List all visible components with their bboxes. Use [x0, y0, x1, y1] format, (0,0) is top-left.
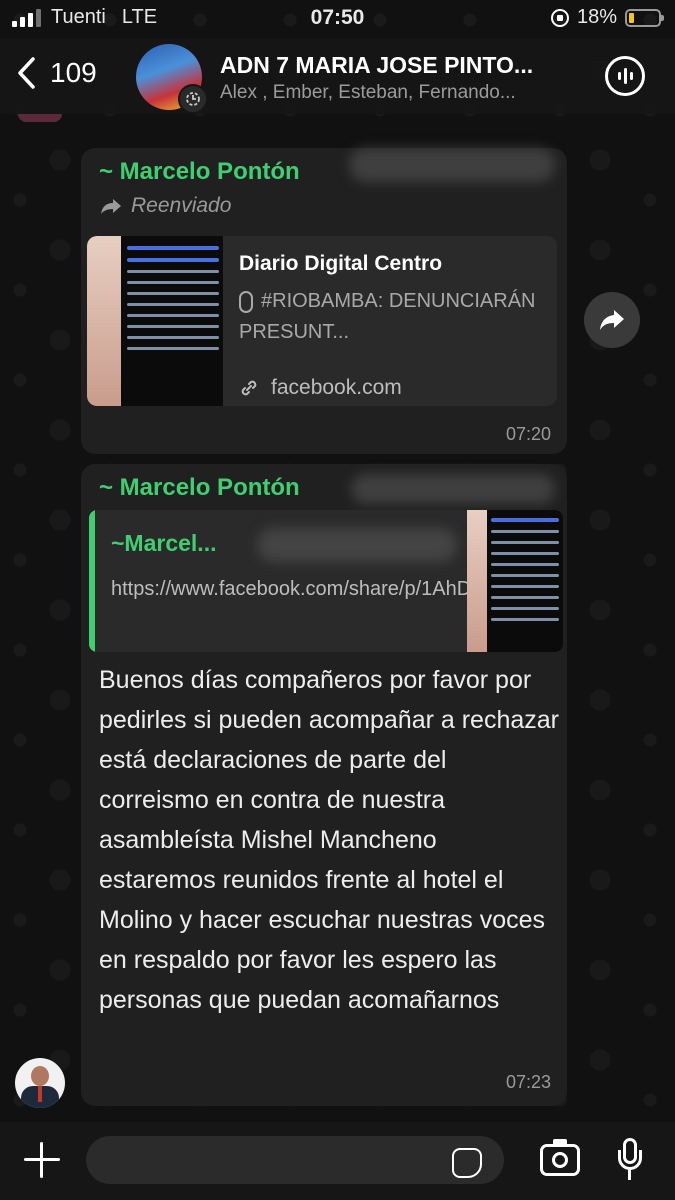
link-preview-domain: facebook.com: [239, 376, 402, 400]
sticker-icon[interactable]: [452, 1148, 482, 1178]
chat-header: 109 ADN 7 MARIA JOSE PINTO... Alex , Emb…: [0, 38, 675, 114]
message-time: 07:23: [505, 1072, 551, 1092]
link-preview-description: #RIOBAMBA: DENUNCIARÁN PRESUNT...: [239, 290, 536, 343]
forwarded-indicator: Reenviado: [99, 194, 231, 218]
microphone-icon[interactable]: [618, 1138, 642, 1182]
quoted-message[interactable]: ~Marcel... https://www.facebook.com/shar…: [89, 510, 563, 652]
forwarded-label: Reenviado: [131, 194, 232, 217]
message-text: Buenos días compañeros por favor por ped…: [99, 666, 559, 1014]
message-time: 07:20: [505, 424, 551, 444]
battery-icon: [625, 8, 664, 27]
rotation-lock-icon: [550, 8, 569, 27]
link-preview-card[interactable]: Diario Digital Centro #RIOBAMBA: DENUNCI…: [87, 236, 557, 406]
message-input-bar: [0, 1122, 675, 1200]
redacted-phone: [349, 148, 555, 182]
message-bubble[interactable]: ~ Marcelo Pontón ~Marcel... https://www.…: [81, 464, 567, 1106]
message-input[interactable]: [86, 1136, 504, 1184]
quoted-link: https://www.facebook.com/share/p/1AhD1Wa…: [111, 578, 551, 600]
link-preview-title: Diario Digital Centro: [239, 252, 443, 275]
forward-share-button[interactable]: [584, 292, 640, 348]
redacted-phone: [257, 528, 457, 562]
group-members[interactable]: Alex , Ember, Esteban, Fernando...: [220, 82, 570, 104]
unread-count: 109: [50, 57, 97, 88]
quoted-thumbnail: [467, 510, 563, 652]
voice-chat-button[interactable]: [605, 56, 645, 96]
sender-name[interactable]: ~ Marcelo Pontón: [99, 158, 300, 186]
sender-avatar[interactable]: [15, 1058, 65, 1108]
disappearing-timer-icon: [178, 84, 208, 114]
forward-share-icon: [600, 310, 624, 330]
back-button[interactable]: 109: [16, 56, 97, 90]
forward-arrow-icon: [101, 199, 121, 214]
group-title[interactable]: ADN 7 MARIA JOSE PINTO...: [220, 52, 570, 79]
microphone-emoji-icon: [239, 290, 253, 313]
battery-percent: 18%: [576, 6, 617, 28]
avatar: [18, 114, 62, 122]
redacted-phone: [351, 474, 555, 504]
plus-icon[interactable]: [22, 1140, 62, 1180]
sender-name[interactable]: ~ Marcelo Pontón: [99, 474, 300, 502]
status-bar: Tuenti LTE 07:50 18%: [0, 0, 675, 38]
quoted-author: ~Marcel...: [111, 530, 217, 556]
camera-icon[interactable]: [540, 1139, 580, 1176]
link-icon: [241, 380, 257, 396]
chevron-left-icon: [18, 57, 35, 89]
message-bubble[interactable]: ~ Marcelo Pontón Reenviado Diario Digita…: [81, 148, 567, 454]
link-preview-thumbnail: [87, 236, 223, 406]
